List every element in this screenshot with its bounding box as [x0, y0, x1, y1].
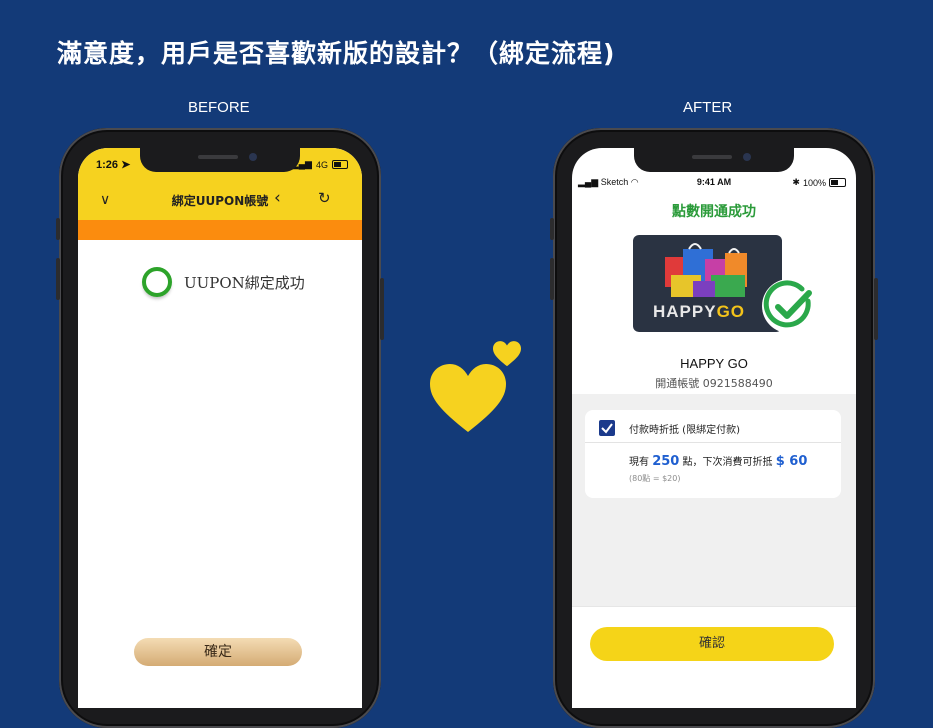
phone-notch — [634, 148, 794, 172]
phone-notch — [140, 148, 300, 172]
phone-before: 1:26 ➤ ▂▄▆ 4G ∨ 綁定UUPON帳號 ‹ ↻ UUPON綁定成功 … — [56, 128, 384, 728]
points-value: 250 — [652, 454, 680, 469]
status-indicators: ▂▄▆ 4G — [292, 159, 348, 170]
checkbox-checked[interactable] — [599, 420, 615, 436]
network-label: 4G — [315, 159, 328, 170]
discount-panel: 付款時折抵 (限綁定付款) 現有 250 點，下次消費可折抵 $ 60 (80點… — [585, 410, 841, 498]
phone-after: ▂▄▆ Sketch ◠ 9:41 AM ✱ 100% 點數開通成功 HAPPY… — [550, 128, 878, 728]
page-heading: 滿意度，用戶是否喜歡新版的設計？（綁定流程) — [57, 39, 616, 68]
before-screen: 1:26 ➤ ▂▄▆ 4G ∨ 綁定UUPON帳號 ‹ ↻ UUPON綁定成功 … — [78, 148, 362, 708]
happy-go-card: HAPPYGO — [633, 235, 782, 332]
battery-icon — [332, 160, 348, 169]
divider — [585, 442, 841, 443]
phone-side-button — [874, 278, 878, 340]
success-ring-icon — [142, 267, 172, 297]
brand-name: HAPPY GO — [680, 356, 748, 371]
discount-value: $ 60 — [775, 454, 808, 469]
refresh-icon[interactable]: ↻ — [318, 189, 331, 207]
heart-icon — [430, 364, 506, 432]
success-message: UUPON綁定成功 — [142, 267, 305, 297]
after-screen: ▂▄▆ Sketch ◠ 9:41 AM ✱ 100% 點數開通成功 HAPPY… — [572, 148, 856, 708]
account-number: 開通帳號 0921588490 — [655, 377, 773, 390]
success-text: UUPON綁定成功 — [184, 273, 305, 292]
phone-side-button — [56, 258, 60, 300]
phone-side-button — [380, 278, 384, 340]
before-label: BEFORE — [188, 99, 250, 116]
status-time: 1:26 ➤ — [96, 159, 131, 171]
orange-band — [78, 220, 362, 240]
page-title: 點數開通成功 — [672, 204, 756, 220]
check-circle-icon — [762, 279, 816, 333]
card-logo-text: HAPPYGO — [653, 302, 746, 321]
phone-side-button — [56, 218, 60, 240]
confirm-button[interactable]: 確認 — [590, 627, 834, 661]
conversion-rule: (80點 = $20) — [629, 474, 681, 483]
battery-status: ✱ 100% — [792, 177, 846, 188]
nav-bar: ∨ 綁定UUPON帳號 ‹ ↻ — [78, 188, 362, 218]
heart-icon — [493, 341, 521, 367]
back-arrow-icon[interactable]: ‹ — [274, 188, 281, 208]
points-summary: 現有 250 點，下次消費可折抵 $ 60 — [629, 454, 808, 469]
after-label: AFTER — [683, 99, 733, 116]
confirm-button[interactable]: 確定 — [134, 638, 302, 666]
phone-side-button — [550, 258, 554, 300]
option-label: 付款時折抵 (限綁定付款) — [629, 425, 740, 436]
phone-side-button — [550, 218, 554, 240]
